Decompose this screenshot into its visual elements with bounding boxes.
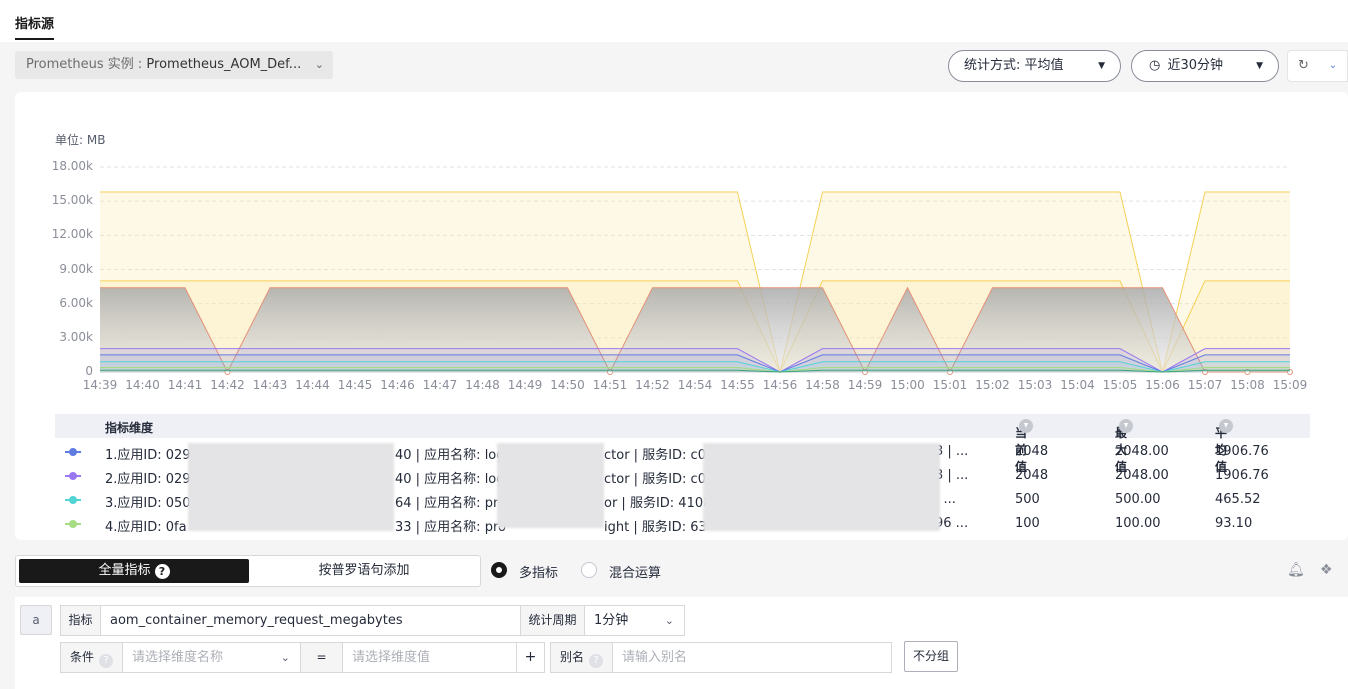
multi-metric-radio[interactable] (491, 562, 507, 578)
avg-value: 1906.76 (1215, 444, 1269, 459)
legend-dot-icon (65, 519, 81, 529)
sort-icon[interactable] (1119, 419, 1133, 433)
multi-metric-label: 多指标 (519, 566, 559, 581)
metric-label: 指标 (60, 605, 101, 636)
dim-part: 64 | 应用名称: pro (395, 496, 506, 511)
legend-dot-icon (65, 495, 81, 505)
dim-part: 3.应用ID: 050 (105, 496, 191, 511)
dim-part: 33 | 应用名称: pro (395, 520, 506, 535)
mixed-operation-label: 混合运算 (609, 566, 662, 581)
dimension-value-select[interactable]: 请选择维度值 (342, 642, 517, 673)
avg-value: 1906.76 (1215, 468, 1269, 483)
current-value: 100 (1015, 516, 1040, 531)
current-value: 500 (1015, 492, 1040, 507)
max-value: 2048.00 (1115, 468, 1169, 483)
dim-part: or | 服务ID: 4108 (604, 496, 712, 511)
no-group-button[interactable]: 不分组 (904, 641, 958, 672)
metric-input[interactable]: aom_container_memory_request_megabytes (100, 605, 521, 636)
help-icon[interactable]: ? (589, 654, 603, 668)
header-max[interactable]: 最大值 (1115, 419, 1133, 474)
chart-plot (100, 166, 1293, 375)
header-current[interactable]: 当前值 (1015, 419, 1033, 474)
chevron-down-icon: ⌄ (664, 614, 674, 627)
alias-input[interactable]: 请输入别名 (612, 642, 892, 673)
pin-icon[interactable]: ❖ (1320, 562, 1333, 578)
dim-part: ctor | 服务ID: c0 (604, 448, 706, 463)
avg-value: 465.52 (1215, 492, 1261, 507)
chevron-down-icon: ⌄ (280, 651, 290, 664)
table-header: 指标维度 当前值 最大值 平均值 (55, 414, 1310, 474)
period-label: 统计周期 (520, 605, 585, 636)
operator-label: = (300, 642, 343, 673)
dim-part: 40 | 应用名称: log (395, 448, 505, 463)
sort-icon[interactable] (1019, 419, 1033, 433)
current-value: 2048 (1015, 444, 1049, 459)
alias-label: 别名? (550, 642, 613, 673)
current-value: 2048 (1015, 468, 1049, 483)
dim-part: 2.应用ID: 029 (105, 472, 191, 487)
legend-dot-icon (65, 471, 81, 481)
add-condition-button[interactable]: + (516, 642, 545, 673)
redaction-block (497, 443, 604, 528)
help-icon[interactable]: ? (99, 654, 113, 668)
legend-dot-icon (65, 447, 81, 457)
condition-label: 条件? (60, 642, 123, 673)
metric-input-toggle: 全量指标? 按普罗语句添加 (15, 555, 481, 587)
bell-icon[interactable]: 🔔︎ (1287, 562, 1305, 578)
mixed-operation-radio[interactable] (581, 562, 597, 578)
promql-tab[interactable]: 按普罗语句添加 (249, 559, 479, 583)
redaction-block (188, 443, 394, 531)
header-average[interactable]: 平均值 (1215, 419, 1233, 474)
max-value: 2048.00 (1115, 444, 1169, 459)
dim-part: ight | 服务ID: 63 (604, 520, 707, 535)
max-value: 100.00 (1115, 516, 1161, 531)
header-dimension: 指标维度 (105, 421, 154, 435)
all-metrics-tab[interactable]: 全量指标? (19, 559, 249, 583)
help-icon[interactable]: ? (154, 564, 170, 579)
dim-part: 40 | 应用名称: log (395, 472, 505, 487)
max-value: 500.00 (1115, 492, 1161, 507)
dim-part: 4.应用ID: 0fa (105, 520, 187, 535)
redaction-block (703, 443, 940, 531)
dimension-name-select[interactable]: 请选择维度名称 ⌄ (122, 642, 301, 673)
avg-value: 93.10 (1215, 516, 1253, 531)
query-alias-tag: a (20, 605, 52, 635)
dim-part: 1.应用ID: 029 (105, 448, 191, 463)
series-area (100, 367, 1290, 372)
dim-part: ctor | 服务ID: c0 (604, 472, 706, 487)
sort-icon[interactable] (1219, 419, 1233, 433)
period-select[interactable]: 1分钟 ⌄ (584, 605, 685, 636)
